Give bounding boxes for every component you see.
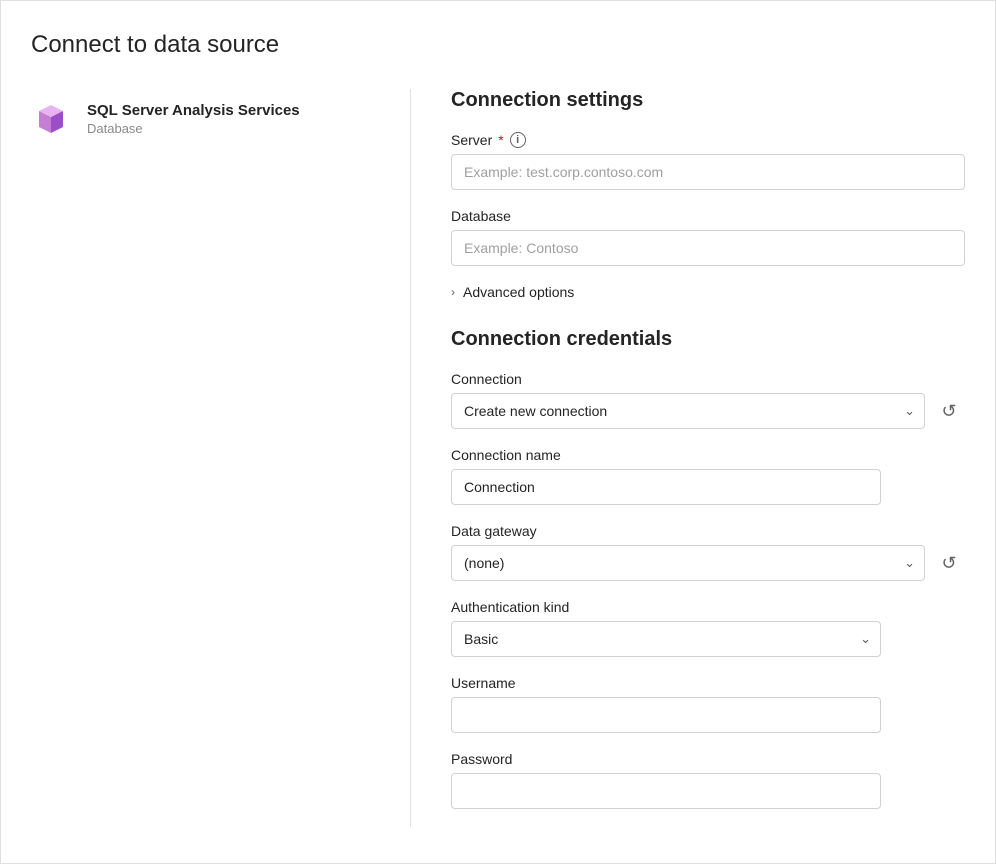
server-required-star: *: [498, 132, 503, 148]
auth-kind-select-wrapper: Basic Windows OAuth2 ⌄: [451, 621, 881, 657]
auth-kind-label: Authentication kind: [451, 599, 569, 615]
password-label-row: Password: [451, 751, 965, 767]
page-title: Connect to data source: [31, 31, 965, 59]
content-layout: SQL Server Analysis Services Database Co…: [31, 89, 965, 827]
connection-select[interactable]: Create new connection: [451, 393, 925, 429]
connection-credentials-title: Connection credentials: [451, 328, 965, 351]
left-panel: SQL Server Analysis Services Database: [31, 89, 411, 827]
auth-kind-label-row: Authentication kind: [451, 599, 965, 615]
server-field-group: Server * i: [451, 132, 965, 190]
connection-name-label-row: Connection name: [451, 447, 965, 463]
database-input[interactable]: [451, 230, 965, 266]
data-source-name: SQL Server Analysis Services: [87, 102, 300, 119]
connection-name-label: Connection name: [451, 447, 561, 463]
connection-settings-title: Connection settings: [451, 89, 965, 112]
connection-label-row: Connection: [451, 371, 965, 387]
connection-name-input[interactable]: [451, 469, 881, 505]
database-label: Database: [451, 208, 511, 224]
connection-refresh-button[interactable]: ↺: [933, 395, 965, 427]
data-source-type: Database: [87, 121, 300, 136]
right-panel: Connection settings Server * i Database: [411, 89, 965, 827]
refresh-icon-gateway: ↺: [941, 553, 956, 574]
advanced-options-label: Advanced options: [463, 284, 574, 300]
server-label-row: Server * i: [451, 132, 965, 148]
database-label-row: Database: [451, 208, 965, 224]
connection-name-field-group: Connection name: [451, 447, 965, 505]
data-gateway-dropdown-row: (none) ⌄ ↺: [451, 545, 965, 581]
connection-label: Connection: [451, 371, 522, 387]
username-input[interactable]: [451, 697, 881, 733]
data-gateway-field-group: Data gateway (none) ⌄ ↺: [451, 523, 965, 581]
refresh-icon: ↺: [941, 401, 956, 422]
cube-icon: [31, 99, 71, 139]
username-label: Username: [451, 675, 516, 691]
data-gateway-select[interactable]: (none): [451, 545, 925, 581]
data-source-info: SQL Server Analysis Services Database: [87, 102, 300, 136]
password-input[interactable]: [451, 773, 881, 809]
advanced-options-toggle[interactable]: › Advanced options: [451, 284, 965, 300]
server-info-icon[interactable]: i: [510, 132, 526, 148]
auth-kind-select[interactable]: Basic Windows OAuth2: [451, 621, 881, 657]
password-label: Password: [451, 751, 512, 767]
connection-field-group: Connection Create new connection ⌄ ↺: [451, 371, 965, 429]
connection-select-wrapper: Create new connection ⌄: [451, 393, 925, 429]
page-container: Connect to data source SQL Serve: [0, 0, 996, 864]
server-label: Server: [451, 132, 492, 148]
data-gateway-label: Data gateway: [451, 523, 537, 539]
connection-settings-section: Connection settings Server * i Database: [451, 89, 965, 300]
data-gateway-refresh-button[interactable]: ↺: [933, 547, 965, 579]
password-field-group: Password: [451, 751, 965, 809]
connection-credentials-section: Connection credentials Connection Create…: [451, 328, 965, 809]
username-label-row: Username: [451, 675, 965, 691]
auth-kind-field-group: Authentication kind Basic Windows OAuth2…: [451, 599, 965, 657]
data-gateway-select-wrapper: (none) ⌄: [451, 545, 925, 581]
data-gateway-label-row: Data gateway: [451, 523, 965, 539]
chevron-right-icon: ›: [451, 285, 455, 299]
database-field-group: Database: [451, 208, 965, 266]
username-field-group: Username: [451, 675, 965, 733]
data-source-item: SQL Server Analysis Services Database: [31, 99, 370, 139]
server-input[interactable]: [451, 154, 965, 190]
connection-dropdown-row: Create new connection ⌄ ↺: [451, 393, 965, 429]
